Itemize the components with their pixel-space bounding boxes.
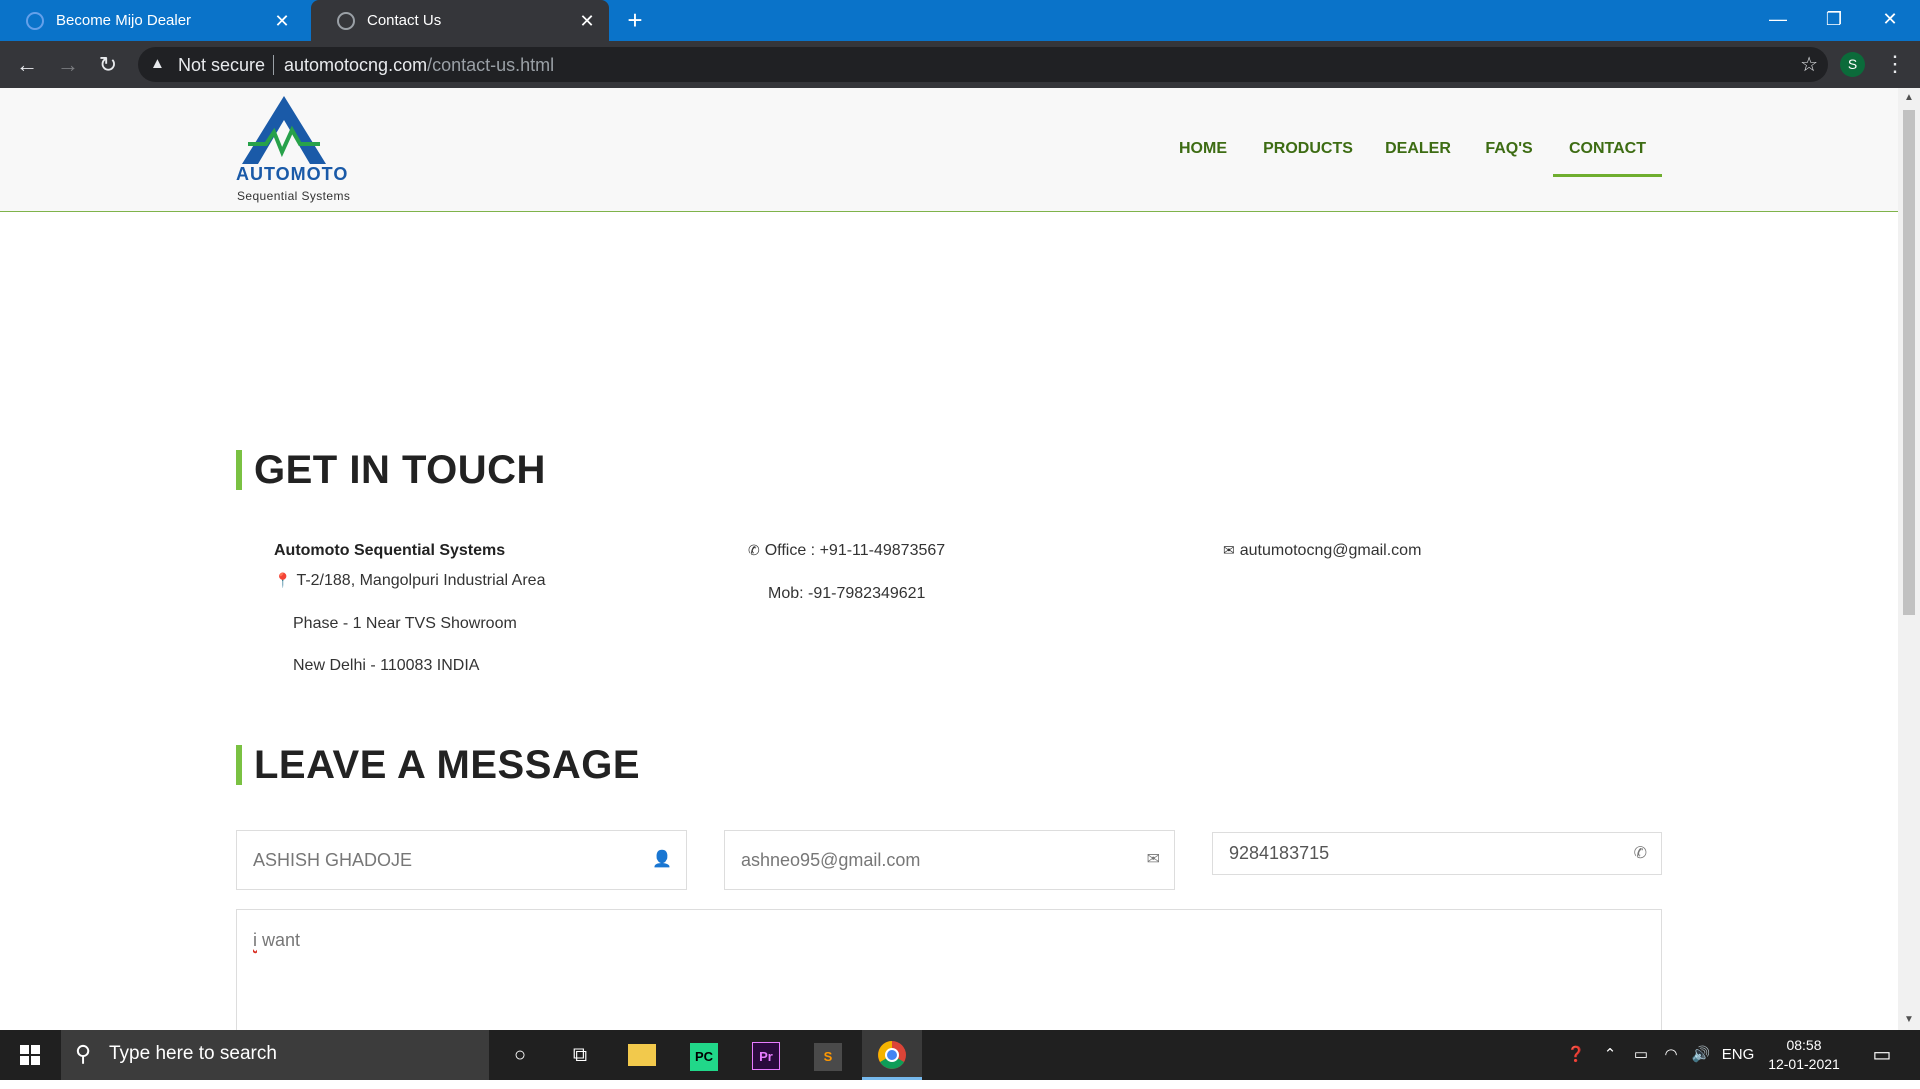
- chrome-logo-icon: [878, 1041, 906, 1069]
- cortana-icon[interactable]: ○: [490, 1030, 550, 1080]
- reload-button[interactable]: ↻: [92, 49, 124, 81]
- search-icon: ⚲: [75, 1041, 92, 1066]
- address-line-3: New Delhi - 110083 INDIA: [293, 657, 480, 674]
- mobile-phone: Mob: -91-7982349621: [768, 585, 926, 602]
- logo-subtitle: Sequential Systems: [237, 189, 351, 203]
- language-indicator[interactable]: ENG: [1718, 1030, 1758, 1080]
- tab-become-mijo-dealer[interactable]: Become Mijo Dealer ✕: [0, 0, 304, 41]
- url-path: /contact-us.html: [427, 55, 555, 75]
- scroll-down-arrow-icon[interactable]: ▼: [1903, 1014, 1915, 1026]
- sublime-text-icon[interactable]: S: [798, 1030, 858, 1080]
- address-line-1: 📍 T-2/188, Mangolpuri Industrial Area: [274, 572, 545, 590]
- url-text[interactable]: automotocng.com/contact-us.html: [284, 55, 554, 76]
- office-phone-text: Office : +91-11-49873567: [764, 542, 946, 559]
- address-bar[interactable]: ▲ Not secure automotocng.com/contact-us.…: [138, 47, 1828, 82]
- close-icon[interactable]: ✕: [575, 9, 599, 33]
- clock-time: 08:58: [1786, 1037, 1822, 1053]
- envelope-icon: ✉: [1146, 851, 1160, 868]
- windows-taskbar: ⚲ Type here to search ○ ⧉ PC Pr S ❓ ⌃ ▭ …: [0, 1030, 1920, 1080]
- name-value: ASHISH GHADOJE: [253, 850, 413, 870]
- bookmark-star-icon[interactable]: ☆: [1800, 52, 1818, 77]
- search-placeholder: Type here to search: [109, 1043, 277, 1064]
- message-value: i want: [253, 930, 300, 951]
- nav-faqs[interactable]: FAQ'S: [1476, 132, 1542, 166]
- divider: [273, 55, 274, 75]
- menu-icon[interactable]: ⋮: [1884, 49, 1906, 79]
- security-label[interactable]: Not secure: [178, 55, 265, 76]
- clock[interactable]: 08:58 12-01-2021: [1766, 1036, 1842, 1074]
- phone-icon: ✆: [748, 542, 760, 558]
- message-rest: want: [257, 930, 301, 950]
- email-field[interactable]: ashneo95@gmail.com ✉: [724, 830, 1175, 890]
- tab-contact-us[interactable]: Contact Us ✕: [311, 0, 609, 41]
- clock-date: 12-01-2021: [1768, 1056, 1840, 1072]
- help-icon[interactable]: ❓: [1560, 1030, 1592, 1080]
- scroll-thumb[interactable]: [1903, 110, 1915, 615]
- task-view-icon[interactable]: ⧉: [550, 1030, 610, 1080]
- nav-home[interactable]: HOME: [1166, 132, 1240, 166]
- wifi-icon[interactable]: ◠: [1658, 1030, 1684, 1080]
- browser-toolbar: ← → ↻ ▲ Not secure automotocng.com/conta…: [0, 41, 1920, 88]
- email-value: ashneo95@gmail.com: [741, 850, 921, 870]
- office-phone: ✆ Office : +91-11-49873567: [748, 542, 945, 560]
- logo-brand: AUTOMOTO: [236, 164, 349, 184]
- user-icon: 👤: [652, 851, 672, 868]
- logo-mark-icon: [242, 96, 326, 164]
- name-field[interactable]: ASHISH GHADOJE 👤: [236, 830, 687, 890]
- back-button[interactable]: ←: [11, 49, 43, 81]
- nav-contact[interactable]: CONTACT: [1553, 132, 1662, 177]
- phone-value: 9284183715: [1229, 843, 1330, 863]
- window-close-button[interactable]: ✕: [1862, 0, 1918, 41]
- start-button[interactable]: [0, 1030, 60, 1080]
- forward-button[interactable]: →: [52, 49, 84, 81]
- leave-message-heading: LEAVE A MESSAGE: [236, 745, 640, 785]
- pycharm-icon[interactable]: PC: [674, 1030, 734, 1080]
- envelope-icon: ✉: [1223, 542, 1235, 558]
- page-scrollbar[interactable]: ▲ ▼: [1898, 88, 1920, 1030]
- contact-email-link[interactable]: autumotocng@gmail.com: [1240, 542, 1422, 559]
- windows-logo-icon: [20, 1045, 40, 1065]
- file-explorer-icon[interactable]: [612, 1030, 672, 1080]
- notifications-icon[interactable]: ▭: [1862, 1030, 1902, 1080]
- nav-dealer[interactable]: DEALER: [1378, 132, 1458, 166]
- minimize-button[interactable]: —: [1750, 0, 1806, 41]
- globe-icon: [26, 11, 44, 30]
- site-header: AUTOMOTO Sequential Systems HOME PRODUCT…: [0, 88, 1898, 212]
- volume-icon[interactable]: 🔊: [1688, 1030, 1714, 1080]
- premiere-pro-icon[interactable]: Pr: [736, 1030, 796, 1080]
- restore-button[interactable]: ❐: [1806, 0, 1862, 41]
- map-marker-icon: 📍: [274, 572, 292, 588]
- chevron-up-icon[interactable]: ⌃: [1598, 1030, 1622, 1080]
- profile-avatar[interactable]: S: [1840, 52, 1865, 77]
- message-textarea[interactable]: i want: [236, 909, 1662, 1030]
- taskbar-search[interactable]: ⚲ Type here to search: [61, 1030, 489, 1080]
- url-host: automotocng.com: [284, 55, 428, 75]
- page-viewport: AUTOMOTO Sequential Systems HOME PRODUCT…: [0, 88, 1898, 1030]
- contact-email: ✉ autumotocng@gmail.com: [1223, 542, 1421, 560]
- address-line-1-text: T-2/188, Mangolpuri Industrial Area: [296, 572, 546, 589]
- phone-field[interactable]: 9284183715 ✆: [1212, 832, 1662, 875]
- close-icon[interactable]: ✕: [270, 9, 294, 33]
- tab-title: Contact Us: [367, 12, 442, 29]
- address-line-2: Phase - 1 Near TVS Showroom: [293, 615, 517, 632]
- browser-tab-strip: Become Mijo Dealer ✕ Contact Us ✕ + — ❐ …: [0, 0, 1920, 41]
- tab-title: Become Mijo Dealer: [56, 12, 192, 29]
- get-in-touch-heading: GET IN TOUCH: [236, 450, 546, 490]
- new-tab-button[interactable]: +: [620, 6, 650, 36]
- site-logo[interactable]: AUTOMOTO Sequential Systems: [236, 94, 366, 204]
- battery-icon[interactable]: ▭: [1628, 1030, 1654, 1080]
- nav-products[interactable]: PRODUCTS: [1256, 132, 1360, 166]
- scroll-up-arrow-icon[interactable]: ▲: [1903, 92, 1915, 104]
- globe-icon: [337, 11, 355, 30]
- company-name: Automoto Sequential Systems: [274, 542, 506, 559]
- chrome-icon[interactable]: [862, 1030, 922, 1080]
- warning-icon: ▲: [150, 55, 165, 72]
- phone-icon: ✆: [1633, 845, 1647, 862]
